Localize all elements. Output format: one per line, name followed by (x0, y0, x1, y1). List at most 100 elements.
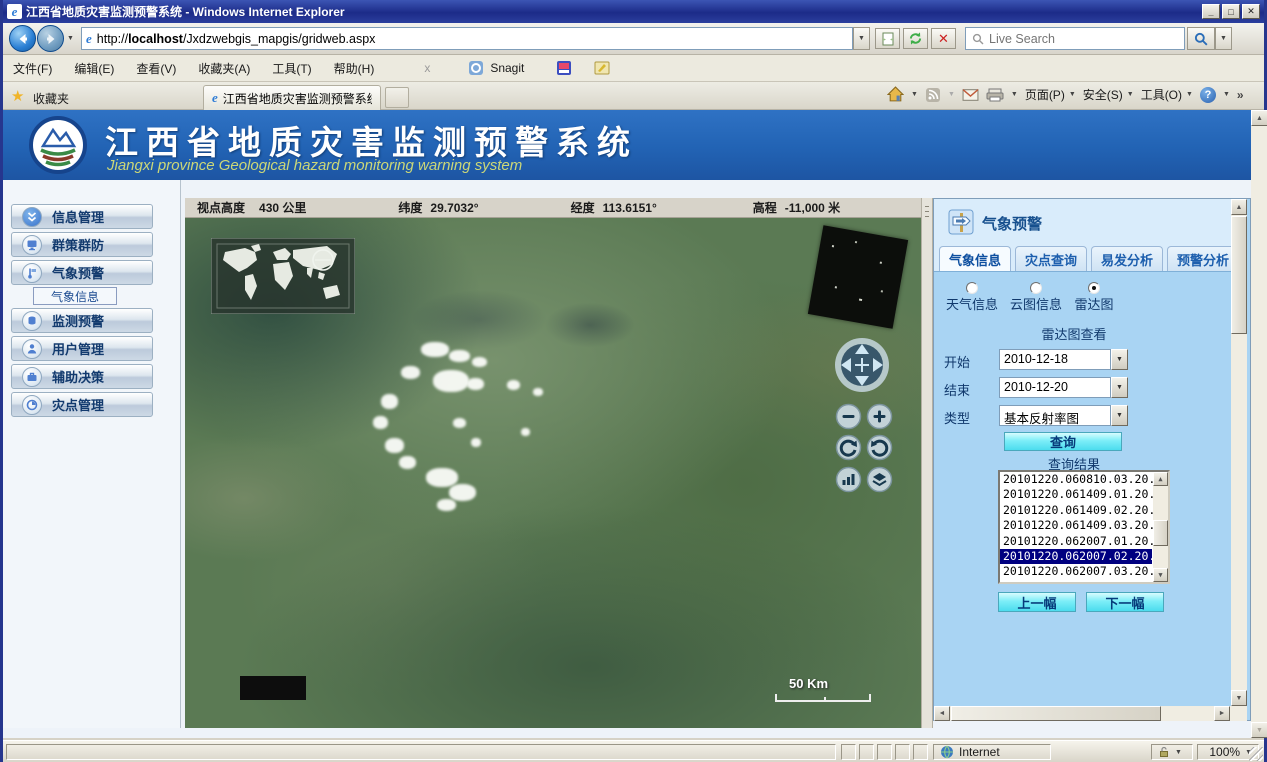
snagit-capture-icon[interactable] (556, 60, 572, 76)
refresh-button[interactable] (903, 28, 928, 49)
search-go-button[interactable] (1187, 27, 1215, 50)
result-item[interactable]: 20101220.061409.01.20. (1000, 487, 1152, 502)
read-mail-button[interactable] (962, 88, 979, 102)
previous-image-button[interactable]: 上一幅 (998, 592, 1076, 612)
search-input[interactable] (989, 32, 1159, 46)
page-menu-button[interactable]: 页面(P)▼ (1025, 86, 1076, 103)
feeds-dropdown[interactable]: ▼ (948, 91, 955, 98)
sidebar-item-info-mgmt[interactable]: 信息管理 (11, 204, 153, 229)
unlock-icon (1158, 746, 1170, 758)
tilt-bars-button[interactable] (835, 466, 862, 493)
sidebar-item-hazard-point-mgmt[interactable]: 灾点管理 (11, 392, 153, 417)
tab-hazard-query[interactable]: 灾点查询 (1015, 246, 1087, 271)
result-item[interactable]: 20101220.061409.02.20. (1000, 503, 1152, 518)
forward-button[interactable] (37, 25, 64, 52)
safety-menu-button[interactable]: 安全(S)▼ (1083, 86, 1134, 103)
new-tab-stub[interactable] (385, 87, 409, 108)
toolbar-close-icon[interactable]: x (424, 61, 430, 75)
start-date-label: 开始 (944, 352, 970, 371)
favorites-star-icon[interactable]: ★ (11, 87, 24, 105)
tools-menu-button[interactable]: 工具(O)▼ (1141, 86, 1193, 103)
menu-item-view[interactable]: 查看(V) (136, 60, 176, 77)
protected-mode-button[interactable]: ▼ (1151, 744, 1193, 760)
print-button[interactable] (986, 87, 1004, 103)
close-button[interactable]: ✕ (1242, 4, 1260, 19)
search-options-dropdown[interactable]: ▼ (1215, 27, 1232, 50)
radio-cloud-image[interactable] (1030, 282, 1042, 294)
resize-grip[interactable] (1249, 747, 1263, 761)
zoom-in-button[interactable] (866, 403, 893, 430)
radio-weather-info[interactable] (966, 282, 978, 294)
print-dropdown[interactable]: ▼ (1011, 91, 1018, 98)
listbox-scrollbar[interactable]: ▲ ▼ (1153, 472, 1168, 582)
tab-warning-analysis[interactable]: 预警分析 (1167, 246, 1231, 271)
page-vscrollbar[interactable]: ▲ ▼ (1251, 110, 1267, 738)
result-item[interactable]: 20101220.061409.03.20. (1000, 518, 1152, 533)
home-dropdown[interactable]: ▼ (911, 91, 918, 98)
home-button[interactable] (887, 86, 904, 103)
tab-susceptibility-analysis[interactable]: 易发分析 (1091, 246, 1163, 271)
tab-weather-info[interactable]: 气象信息 (939, 246, 1011, 271)
map-pan-control[interactable] (833, 336, 891, 394)
longitude-value: 113.6151° (603, 201, 657, 215)
dropdown-arrow-icon: ▼ (1111, 377, 1128, 398)
sidebar-item-group-prevention[interactable]: 群策群防 (11, 232, 153, 257)
help-button[interactable]: ? (1200, 87, 1216, 103)
scroll-right-icon: ► (1214, 706, 1230, 721)
title-bar: e 江西省地质灾害监测预警系统 - Windows Internet Explo… (3, 0, 1264, 23)
nav-sidebar: 信息管理 群策群防 气象预警 气象信息 监测预警 用户管理 辅助决策 灾点管理 (3, 180, 181, 728)
type-select[interactable]: 基本反射率图▼ (999, 405, 1128, 426)
rotate-cw-button[interactable] (835, 434, 862, 461)
menu-item-edit[interactable]: 编辑(E) (74, 60, 114, 77)
sidebar-item-weather-warning[interactable]: 气象预警 (11, 260, 153, 285)
nav-history-dropdown[interactable]: ▼ (67, 35, 74, 42)
back-button[interactable] (9, 25, 36, 52)
signpost-icon (948, 209, 974, 235)
result-item[interactable]: 20101220.062007.03.20. (1000, 564, 1152, 579)
zoom-out-button[interactable] (835, 403, 862, 430)
feeds-button[interactable] (925, 87, 941, 103)
snagit-toolbar-button[interactable]: Snagit (468, 60, 524, 76)
sidebar-subitem-weather-info[interactable]: 气象信息 (33, 287, 117, 305)
type-label: 类型 (944, 408, 970, 427)
menu-item-file[interactable]: 文件(F) (13, 60, 52, 77)
radio-radar-image[interactable] (1088, 282, 1100, 294)
menu-item-help[interactable]: 帮助(H) (334, 60, 375, 77)
map-status-bar: 视点高度 430 公里 纬度 29.7032° 经度 113.6151° 高程 … (185, 198, 921, 218)
result-item[interactable]: 20101220.062007.01.20. (1000, 534, 1152, 549)
map-canvas[interactable]: 50 Km (185, 218, 921, 728)
maximize-button[interactable]: □ (1222, 4, 1240, 19)
help-dropdown[interactable]: ▼ (1223, 91, 1230, 98)
layers-button[interactable] (866, 466, 893, 493)
panel-hscrollbar[interactable]: ◄ ► (934, 706, 1247, 721)
app-logo (29, 116, 87, 174)
compatibility-view-button[interactable] (875, 28, 900, 49)
briefcase-icon (22, 367, 42, 387)
results-listbox[interactable]: 20101220.060810.03.20. 20101220.061409.0… (998, 470, 1170, 584)
stop-button[interactable]: ✕ (931, 28, 956, 49)
sidebar-item-user-mgmt[interactable]: 用户管理 (11, 336, 153, 361)
page-tab[interactable]: e 江西省地质灾害监测预警系统 (203, 85, 381, 110)
result-item[interactable]: 20101220.060810.03.20. (1000, 472, 1152, 487)
sidebar-item-monitor-warning[interactable]: 监测预警 (11, 308, 153, 333)
start-date-select[interactable]: 2010-12-18▼ (999, 349, 1128, 370)
address-input[interactable]: e http://localhost/Jxdzwebgis_mapgis/gri… (81, 27, 853, 50)
menu-item-tools[interactable]: 工具(T) (272, 60, 311, 77)
next-image-button[interactable]: 下一幅 (1086, 592, 1164, 612)
panel-vscrollbar[interactable]: ▲ ▼ (1231, 199, 1247, 706)
query-button[interactable]: 查询 (1004, 432, 1122, 451)
minimize-button[interactable]: _ (1202, 4, 1220, 19)
panel-title: 气象预警 (982, 213, 1042, 234)
window-title: 江西省地质灾害监测预警系统 - Windows Internet Explore… (26, 3, 345, 20)
result-item[interactable]: 20101220.062007.02.20. (1000, 549, 1152, 564)
sidebar-item-decision-support[interactable]: 辅助决策 (11, 364, 153, 389)
snagit-editor-icon[interactable] (594, 60, 610, 76)
address-dropdown-button[interactable]: ▼ (853, 27, 870, 50)
rotate-ccw-button[interactable] (866, 434, 893, 461)
end-date-select[interactable]: 2010-12-20▼ (999, 377, 1128, 398)
map-panel-splitter[interactable] (921, 198, 933, 728)
favorites-label[interactable]: 收藏夹 (33, 90, 69, 107)
longitude-label: 经度 (571, 199, 595, 216)
overflow-chevron[interactable]: » (1237, 88, 1244, 102)
menu-item-favorites[interactable]: 收藏夹(A) (198, 60, 250, 77)
